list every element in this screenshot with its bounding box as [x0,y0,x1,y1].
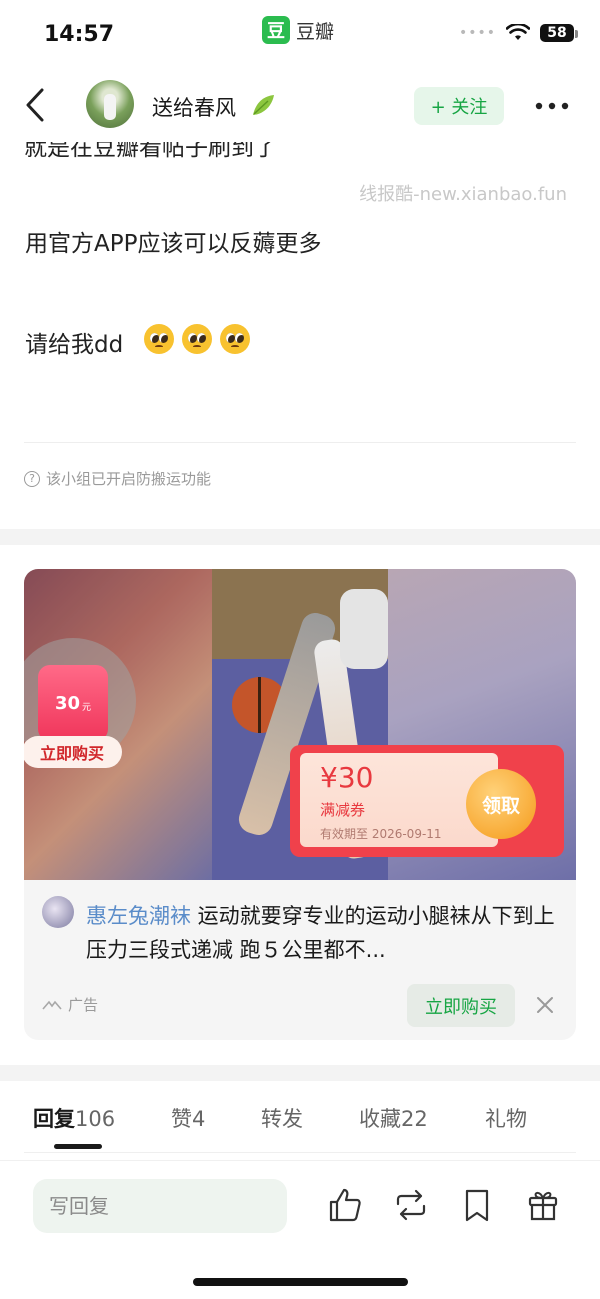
pleading-face-icon [220,324,250,354]
tab-label: 收藏 [359,1107,401,1131]
post-text-line: 请给我dd [25,332,124,358]
ad-tag-icon [42,1000,62,1010]
watermark: 线报酷-new.xianbao.fun [359,184,567,205]
tab-likes[interactable]: 赞4 [171,1103,205,1133]
ad-description[interactable]: 惠左兔潮袜 运动就要穿专业的运动小腿袜从下到上压力三段式递减 跑５公里都不... [86,899,556,967]
tab-replies[interactable]: 回复106 [33,1103,115,1133]
leaf-icon [253,95,274,115]
tab-count: 106 [75,1107,116,1131]
tab-count: 22 [401,1107,428,1131]
tab-count: 4 [192,1107,206,1131]
ad-label: 广告 [42,994,98,1015]
status-app-name: 豆瓣 [296,20,335,43]
tab-label: 转发 [261,1107,303,1131]
status-right: •••• 58 [458,24,578,42]
ad-avatar[interactable] [42,896,74,928]
coupon-small[interactable]: 30 元 [38,665,108,741]
follow-button[interactable]: + 关注 [414,87,504,125]
question-icon: ? [24,470,40,487]
tab-gifts[interactable]: 礼物 [485,1103,527,1133]
douban-logo-icon: 豆 [262,16,290,44]
wifi-icon [506,24,530,40]
status-bar: 14:57 豆 豆瓣 •••• 58 [0,0,600,70]
avatar[interactable] [86,80,134,128]
ad-tag-text: 广告 [68,996,99,1014]
like-icon[interactable] [328,1187,362,1223]
tab-label: 礼物 [485,1107,527,1131]
buy-now-pill[interactable]: 立即购买 [24,736,122,768]
battery-icon: 58 [540,24,578,42]
tab-label: 赞 [171,1107,192,1131]
pleading-face-icon [182,324,212,354]
coupon-small-unit: 元 [82,702,92,713]
ad-card[interactable]: 30 元 立即购买 ¥30 满减券 有效期至 2026-09-11 领取 惠左兔… [24,569,576,1040]
post-text-line: 用官方APP应该可以反薅更多 [25,231,322,257]
tab-label: 回复 [33,1107,75,1131]
reply-input[interactable] [33,1179,287,1233]
divider [24,1152,576,1153]
status-app-indicator: 豆 豆瓣 [262,16,334,44]
bottom-action-bar [0,1160,600,1299]
coupon-small-amount: 30 [54,692,81,714]
tab-bar: 回复106 赞4 转发 收藏22 礼物 [0,1081,600,1153]
coupon-amount: ¥30 [320,761,374,794]
tab-collections[interactable]: 收藏22 [359,1103,428,1133]
divider [24,442,576,443]
tab-reposts[interactable]: 转发 [261,1103,303,1133]
post-text-partial: 就是在豆瓣看帖子刷到了 [24,142,277,161]
coupon-type: 满减券 [320,801,366,819]
claim-button[interactable]: 领取 [466,769,536,839]
emoji-row [144,324,250,354]
home-indicator [193,1278,408,1286]
status-time: 14:57 [44,22,115,47]
section-gap [0,1065,600,1081]
nav-bar: 送给春风 + 关注 [0,70,600,142]
back-icon[interactable] [22,86,50,124]
author-name[interactable]: 送给春风 [152,92,236,122]
notice-text: 该小组已开启防搬运功能 [46,470,212,488]
coupon-card[interactable]: ¥30 满减券 有效期至 2026-09-11 领取 [290,745,564,857]
active-tab-indicator [54,1144,102,1149]
more-icon[interactable] [534,100,570,112]
bookmark-icon[interactable] [460,1187,494,1223]
pleading-face-icon [144,324,174,354]
ad-buy-button[interactable]: 立即购买 [407,984,515,1027]
coupon-expiry: 有效期至 2026-09-11 [320,827,442,841]
repost-icon[interactable] [394,1187,428,1223]
post-content: 就是在豆瓣看帖子刷到了 线报酷-new.xianbao.fun 用官方APP应该… [0,142,600,529]
anti-repost-notice: ? 该小组已开启防搬运功能 [24,468,211,489]
gift-icon[interactable] [526,1187,560,1223]
close-icon[interactable] [536,996,554,1014]
signal-dots-icon: •••• [458,25,496,41]
section-gap [0,529,600,545]
ad-author[interactable]: 惠左兔潮袜 [86,904,191,928]
